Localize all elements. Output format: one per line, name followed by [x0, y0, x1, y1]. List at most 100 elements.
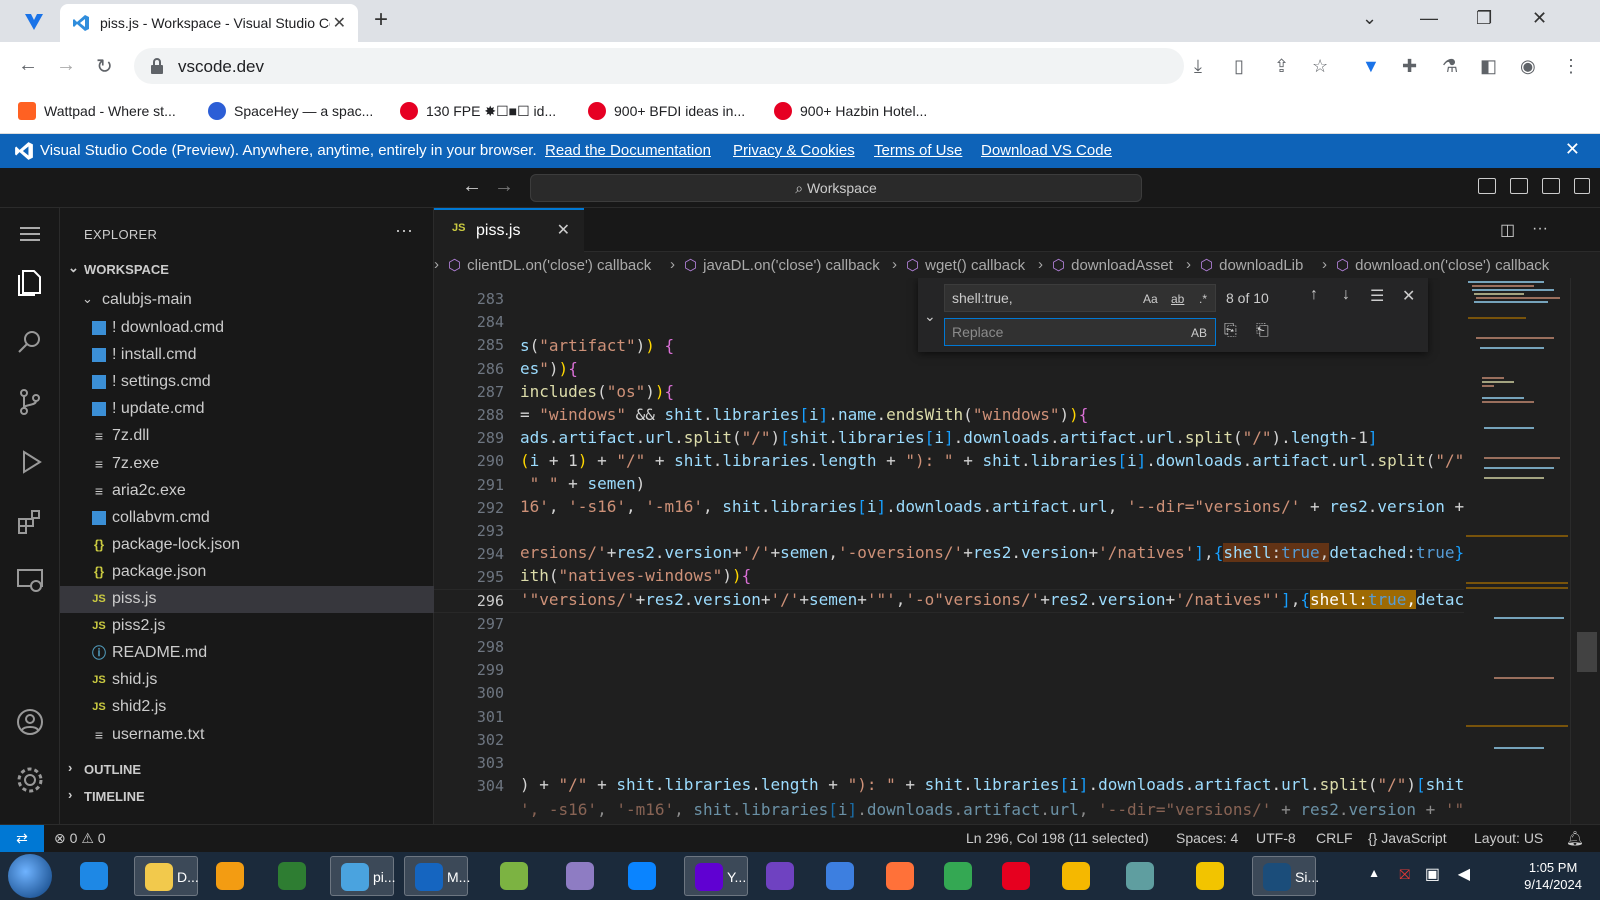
- profile-avatar-icon[interactable]: ◉: [1520, 56, 1536, 77]
- taskbar-app-button[interactable]: [206, 856, 262, 896]
- file-item[interactable]: ! download.cmd: [60, 315, 434, 342]
- taskbar-app-button[interactable]: [618, 856, 674, 896]
- new-tab-button[interactable]: +: [374, 6, 388, 34]
- replace-field[interactable]: AB: [944, 318, 1216, 346]
- tray-app-icon[interactable]: ⛝: [1399, 866, 1410, 883]
- show-hidden-icons-icon[interactable]: ▲: [1368, 866, 1380, 880]
- minimize-icon[interactable]: —: [1420, 8, 1438, 29]
- replace-icon[interactable]: ⎘: [1224, 322, 1237, 340]
- file-item[interactable]: JS piss2.js: [60, 613, 434, 640]
- bookmark-wattpad[interactable]: Wattpad - Where st...: [18, 102, 176, 120]
- breadcrumb-item[interactable]: ⬡ downloadAsset: [1052, 256, 1173, 274]
- extensions-puzzle-icon[interactable]: ✚: [1402, 56, 1417, 77]
- file-item[interactable]: {} package-lock.json: [60, 532, 434, 559]
- nav-back-icon[interactable]: ←: [462, 175, 482, 198]
- restore-icon[interactable]: ❐: [1476, 8, 1492, 29]
- folder-calubjs-main[interactable]: ⌄ calubjs-main: [60, 287, 434, 313]
- file-item[interactable]: {} package.json: [60, 559, 434, 586]
- taskbar-app-button[interactable]: Y...: [684, 856, 748, 896]
- indentation[interactable]: Spaces: 4: [1176, 830, 1238, 846]
- file-item[interactable]: collabvm.cmd: [60, 505, 434, 532]
- browser-tab[interactable]: piss.js - Workspace - Visual Studio Code…: [60, 4, 358, 42]
- menu-icon[interactable]: [14, 218, 46, 250]
- privacy-link[interactable]: Privacy & Cookies: [733, 142, 855, 159]
- timeline-section[interactable]: › TIMELINE: [60, 783, 434, 809]
- editor-more-icon[interactable]: ···: [1532, 220, 1548, 238]
- bookmark-pinterest-1[interactable]: 130 FPE ✸☐■☐ id...: [400, 102, 556, 120]
- file-item[interactable]: ≡ 7z.exe: [60, 451, 434, 478]
- taskbar-app-button[interactable]: [1052, 856, 1108, 896]
- toggle-panel-icon[interactable]: [1510, 178, 1528, 194]
- file-item[interactable]: ! update.cmd: [60, 396, 434, 423]
- taskbar-app-button[interactable]: [70, 856, 126, 896]
- install-app-icon[interactable]: ⤓: [1194, 56, 1202, 77]
- remote-explorer-icon[interactable]: [14, 564, 46, 596]
- toggle-secondary-sidebar-icon[interactable]: [1542, 178, 1560, 194]
- close-find-icon[interactable]: ✕: [1402, 286, 1415, 306]
- share-icon[interactable]: ⇪: [1274, 56, 1289, 77]
- labs-flask-icon[interactable]: ⚗: [1442, 56, 1458, 77]
- forward-icon[interactable]: →: [56, 54, 76, 77]
- breadcrumb-item[interactable]: ⬡ javaDL.on('close') callback: [684, 256, 880, 274]
- editor-scrollbar[interactable]: [1570, 278, 1600, 824]
- taskbar-app-button[interactable]: M...: [404, 856, 470, 896]
- extensions-icon[interactable]: [14, 506, 46, 538]
- scrollbar-thumb[interactable]: [1577, 632, 1597, 672]
- taskbar-app-button[interactable]: D...: [134, 856, 199, 896]
- toggle-primary-sidebar-icon[interactable]: [1478, 178, 1496, 194]
- file-item[interactable]: ! install.cmd: [60, 342, 434, 369]
- match-whole-word-icon[interactable]: ab: [1171, 292, 1184, 306]
- taskbar-app-button[interactable]: pi...: [330, 856, 396, 896]
- network-icon[interactable]: ▣: [1425, 864, 1440, 884]
- remote-indicator-icon[interactable]: ⇄: [0, 825, 44, 853]
- taskbar-app-button[interactable]: [1186, 856, 1242, 896]
- file-item[interactable]: JS shid2.js: [60, 694, 434, 721]
- accounts-icon[interactable]: [14, 706, 46, 738]
- workspace-section[interactable]: ⌄ WORKSPACE: [60, 256, 434, 282]
- replace-input[interactable]: [945, 319, 1175, 345]
- close-editor-icon[interactable]: ✕: [557, 220, 570, 240]
- start-button-icon[interactable]: [8, 854, 52, 898]
- breadcrumb-item[interactable]: ⬡ clientDL.on('close') callback: [448, 256, 651, 274]
- settings-gear-icon[interactable]: [14, 764, 46, 796]
- editor-tab-piss-js[interactable]: JS piss.js ✕: [434, 208, 584, 252]
- preserve-case-icon[interactable]: AB: [1191, 326, 1207, 340]
- run-debug-icon[interactable]: [14, 446, 46, 478]
- close-banner-icon[interactable]: ✕: [1565, 139, 1580, 160]
- find-input[interactable]: shell:true, Aa ab .*: [944, 284, 1216, 312]
- bookmark-pinterest-3[interactable]: 900+ Hazbin Hotel...: [774, 102, 927, 120]
- replace-all-icon[interactable]: ⎗: [1256, 322, 1269, 340]
- taskbar-app-button[interactable]: Si...: [1252, 856, 1319, 896]
- problems-indicator[interactable]: ⊗ 0 ⚠ 0: [54, 830, 106, 847]
- taskbar-app-button[interactable]: [268, 856, 324, 896]
- taskbar-app-button[interactable]: [934, 856, 990, 896]
- side-panel-icon[interactable]: ◧: [1480, 56, 1497, 77]
- breadcrumb-item[interactable]: ⬡ wget() callback: [906, 256, 1025, 274]
- address-bar[interactable]: vscode.dev: [134, 48, 1184, 84]
- end-of-line[interactable]: CRLF: [1316, 830, 1353, 846]
- split-editor-icon[interactable]: ◫: [1500, 220, 1515, 240]
- cursor-position[interactable]: Ln 296, Col 198 (11 selected): [966, 830, 1149, 846]
- taskbar-app-button[interactable]: [490, 856, 546, 896]
- nav-forward-icon[interactable]: →: [494, 175, 514, 198]
- file-item[interactable]: JS piss.js: [60, 586, 434, 613]
- keyboard-layout[interactable]: Layout: US: [1474, 830, 1543, 846]
- file-item[interactable]: ! settings.cmd: [60, 369, 434, 396]
- read-docs-link[interactable]: Read the Documentation: [545, 142, 711, 159]
- command-center[interactable]: ⌕ Workspace: [530, 174, 1142, 202]
- taskbar-app-button[interactable]: [816, 856, 872, 896]
- browser-menu-icon[interactable]: ⋮: [1562, 56, 1580, 77]
- customize-layout-icon[interactable]: [1574, 178, 1590, 194]
- find-in-selection-icon[interactable]: ☰: [1370, 286, 1384, 306]
- extension-v-icon[interactable]: ▼: [1362, 56, 1380, 77]
- back-icon[interactable]: ←: [18, 54, 38, 77]
- close-window-icon[interactable]: ✕: [1532, 8, 1547, 29]
- taskbar-app-button[interactable]: [992, 856, 1048, 896]
- toggle-replace-chevron-icon[interactable]: ⌄: [924, 308, 936, 325]
- download-vscode-link[interactable]: Download VS Code: [981, 142, 1112, 159]
- bookmark-star-icon[interactable]: ☆: [1312, 56, 1328, 77]
- match-case-icon[interactable]: Aa: [1143, 292, 1158, 306]
- file-item[interactable]: JS shid.js: [60, 667, 434, 694]
- minimap[interactable]: [1464, 278, 1570, 824]
- explorer-icon[interactable]: [14, 266, 46, 298]
